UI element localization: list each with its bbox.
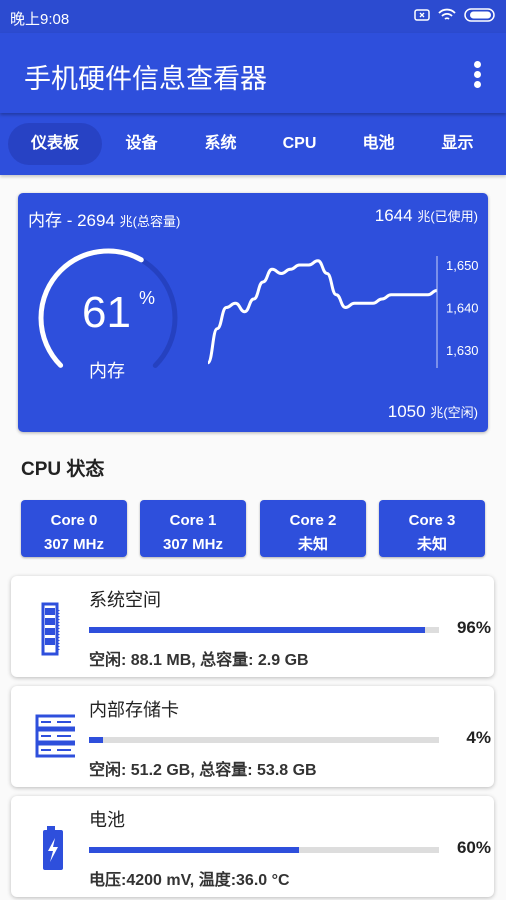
memory-history-chart: 1,650 1,640 1,630 — [206, 256, 479, 368]
wifi-icon — [438, 8, 456, 20]
core-name: Core 3 — [408, 512, 456, 529]
battery-icon — [464, 8, 495, 22]
storage-name: 系统空间 — [89, 590, 161, 610]
core-freq: 未知 — [416, 536, 447, 553]
core-freq: 未知 — [297, 536, 328, 553]
memory-used: 1644 兆(已使用) — [374, 206, 478, 225]
y-tick-label: 1,650 — [446, 258, 479, 273]
tab-dashboard[interactable]: 仪表板 — [8, 123, 102, 165]
tab-cpu[interactable]: CPU — [260, 123, 339, 165]
memory-chip-icon — [41, 602, 60, 656]
memory-usage-line — [206, 259, 438, 365]
core-name: Core 1 — [169, 512, 217, 529]
storage-name: 内部存储卡 — [89, 700, 179, 720]
app-title: 手机硬件信息查看器 — [24, 64, 267, 94]
status-time: 晚上9:08 — [10, 11, 70, 28]
memory-percent: 61% — [82, 288, 155, 337]
usage-bar — [89, 737, 439, 743]
y-tick-label: 1,630 — [446, 343, 479, 358]
server-icon — [35, 714, 75, 758]
core-0-button[interactable]: Core 0 307 MHz — [21, 500, 127, 557]
memory-card[interactable]: 内存 - 2694 兆(总容量) 1644 兆(已使用) 1050 兆(空闲) … — [18, 193, 488, 432]
memory-free: 1050 兆(空闲) — [387, 402, 478, 421]
core-name: Core 2 — [289, 512, 337, 529]
more-options-icon[interactable] — [474, 61, 482, 91]
usage-percent: 4% — [466, 728, 491, 747]
storage-detail: 电压:4200 mV, 温度:36.0 °C — [89, 872, 290, 889]
system-space-card[interactable]: 系统空间 96% 空闲: 88.1 MB, 总容量: 2.9 GB — [11, 576, 494, 677]
internal-storage-card[interactable]: 内部存储卡 4% 空闲: 51.2 GB, 总容量: 53.8 GB — [11, 686, 494, 787]
battery-charging-icon — [43, 826, 63, 870]
tab-battery[interactable]: 电池 — [339, 123, 418, 165]
core-2-button[interactable]: Core 2 未知 — [260, 500, 366, 557]
sim-missing-icon — [414, 9, 430, 21]
cpu-status-title: CPU 状态 — [21, 459, 105, 480]
usage-bar — [89, 627, 439, 633]
storage-detail: 空闲: 88.1 MB, 总容量: 2.9 GB — [89, 652, 309, 669]
storage-name: 电池 — [89, 810, 125, 830]
tab-display[interactable]: 显示 — [418, 123, 497, 165]
core-3-button[interactable]: Core 3 未知 — [379, 500, 485, 557]
core-1-button[interactable]: Core 1 307 MHz — [140, 500, 246, 557]
tab-system[interactable]: 系统 — [181, 123, 260, 165]
memory-total: 内存 - 2694 兆(总容量) — [28, 211, 181, 230]
app-bar: 手机硬件信息查看器 — [0, 33, 506, 113]
core-freq: 307 MHz — [43, 536, 105, 553]
usage-percent: 96% — [456, 618, 491, 637]
usage-percent: 60% — [456, 838, 491, 857]
storage-detail: 空闲: 51.2 GB, 总容量: 53.8 GB — [89, 762, 317, 779]
y-tick-label: 1,640 — [446, 301, 479, 316]
core-name: Core 0 — [50, 512, 98, 529]
core-freq: 307 MHz — [162, 536, 224, 553]
gauge-label: 内存 — [89, 361, 125, 381]
tab-device[interactable]: 设备 — [102, 123, 181, 165]
usage-bar — [89, 847, 439, 853]
status-bar: 晚上9:08 — [0, 0, 506, 33]
battery-card[interactable]: 电池 60% 电压:4200 mV, 温度:36.0 °C — [11, 796, 494, 897]
tab-bar: 仪表板 设备 系统 CPU 电池 显示 — [0, 113, 506, 175]
